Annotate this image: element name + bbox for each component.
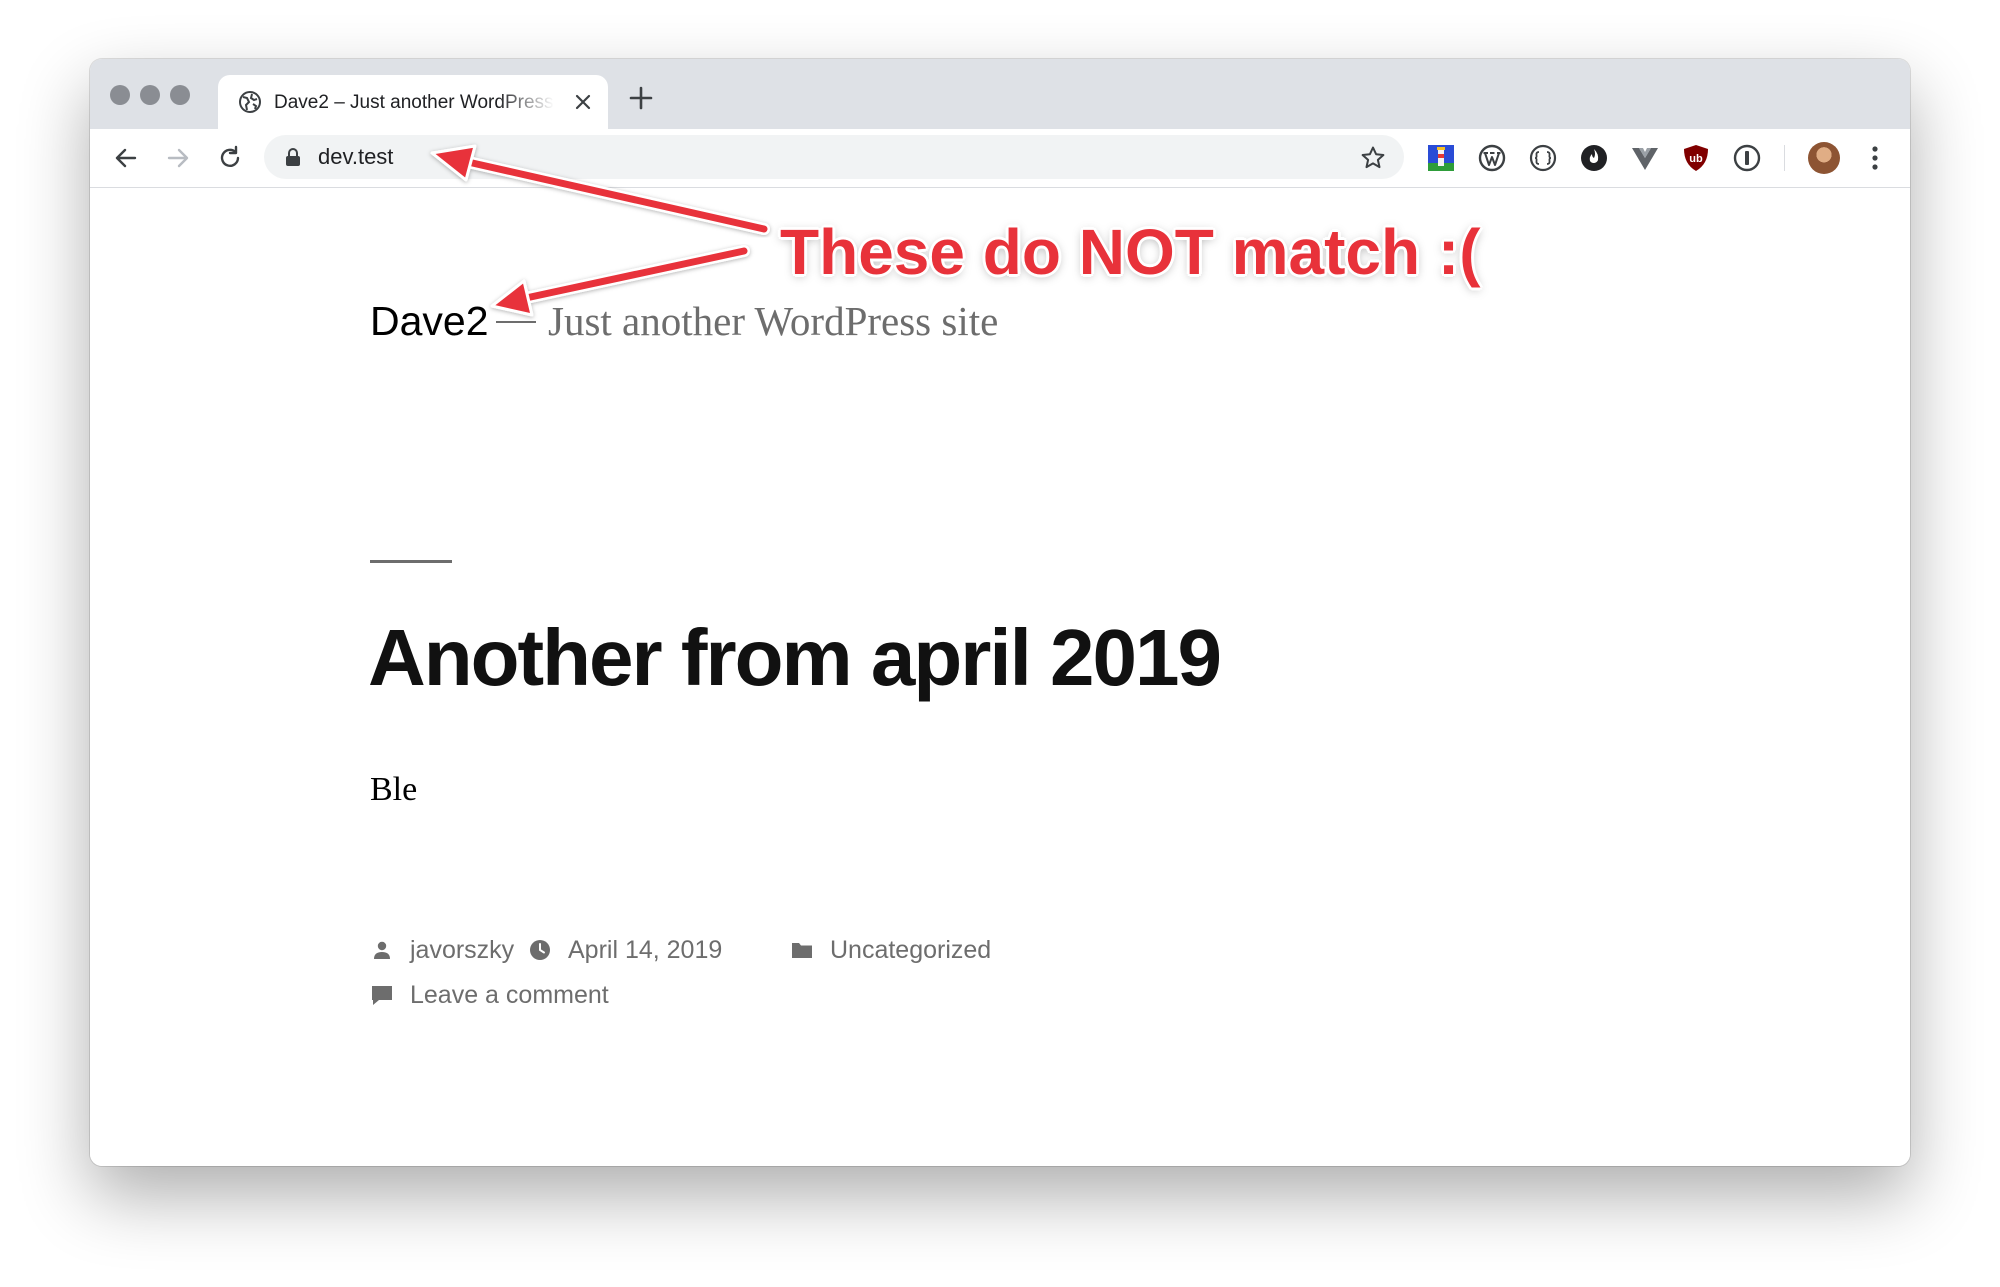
close-tab-icon[interactable] (572, 91, 594, 113)
post-author-link[interactable]: javorszky (410, 933, 514, 967)
site-description: Just another WordPress site (548, 298, 999, 344)
new-tab-icon[interactable] (628, 85, 654, 111)
tab-title: Dave2 – Just another WordPress Site (274, 92, 554, 113)
forward-arrow-icon[interactable] (164, 144, 192, 172)
zoom-window-button[interactable] (170, 85, 190, 105)
active-tab[interactable]: Dave2 – Just another WordPress Site (218, 75, 608, 129)
post-body: Ble (370, 771, 418, 808)
ublock-badge-text: ub (1689, 153, 1703, 165)
toolbar-divider (1784, 145, 1785, 171)
minimize-window-button[interactable] (140, 85, 160, 105)
lighthouse-icon[interactable] (1426, 143, 1456, 173)
flame-icon[interactable] (1579, 143, 1609, 173)
post-category-link[interactable]: Uncategorized (830, 933, 991, 967)
page-content: Dave2 Just another WordPress site Anothe… (90, 188, 1910, 1166)
close-window-button[interactable] (110, 85, 130, 105)
tab-strip: Dave2 – Just another WordPress Site (90, 59, 1910, 129)
one-password-icon[interactable] (1732, 143, 1762, 173)
wordpress-icon[interactable] (1477, 143, 1507, 173)
post-date-link[interactable]: April 14, 2019 (568, 933, 722, 967)
back-arrow-icon[interactable] (112, 144, 140, 172)
bookmark-star-icon[interactable] (1360, 145, 1386, 171)
lock-icon (286, 148, 300, 166)
reload-icon[interactable] (216, 144, 244, 172)
more-menu-icon[interactable] (1870, 143, 1880, 173)
globe-icon (239, 91, 261, 113)
browser-toolbar: dev.test ub (90, 129, 1910, 188)
author-icon (374, 941, 390, 959)
entry-separator (370, 560, 452, 563)
comment-icon (372, 986, 392, 1005)
annotation-label: These do NOT match :( (780, 216, 1481, 288)
ublock-origin-icon[interactable]: ub (1681, 143, 1711, 173)
clock-icon (530, 940, 550, 960)
address-text: dev.test (318, 144, 394, 169)
json-viewer-icon[interactable] (1528, 143, 1558, 173)
post-title: Another from april 2019 (368, 613, 1222, 702)
profile-avatar[interactable] (1808, 142, 1840, 174)
vue-devtools-icon[interactable] (1630, 143, 1660, 173)
address-bar[interactable]: dev.test (264, 135, 1404, 179)
leave-comment-link[interactable]: Leave a comment (410, 978, 609, 1012)
title-separator-dash (496, 321, 536, 323)
site-title-link[interactable]: Dave2 (370, 296, 489, 346)
folder-icon (792, 943, 812, 958)
